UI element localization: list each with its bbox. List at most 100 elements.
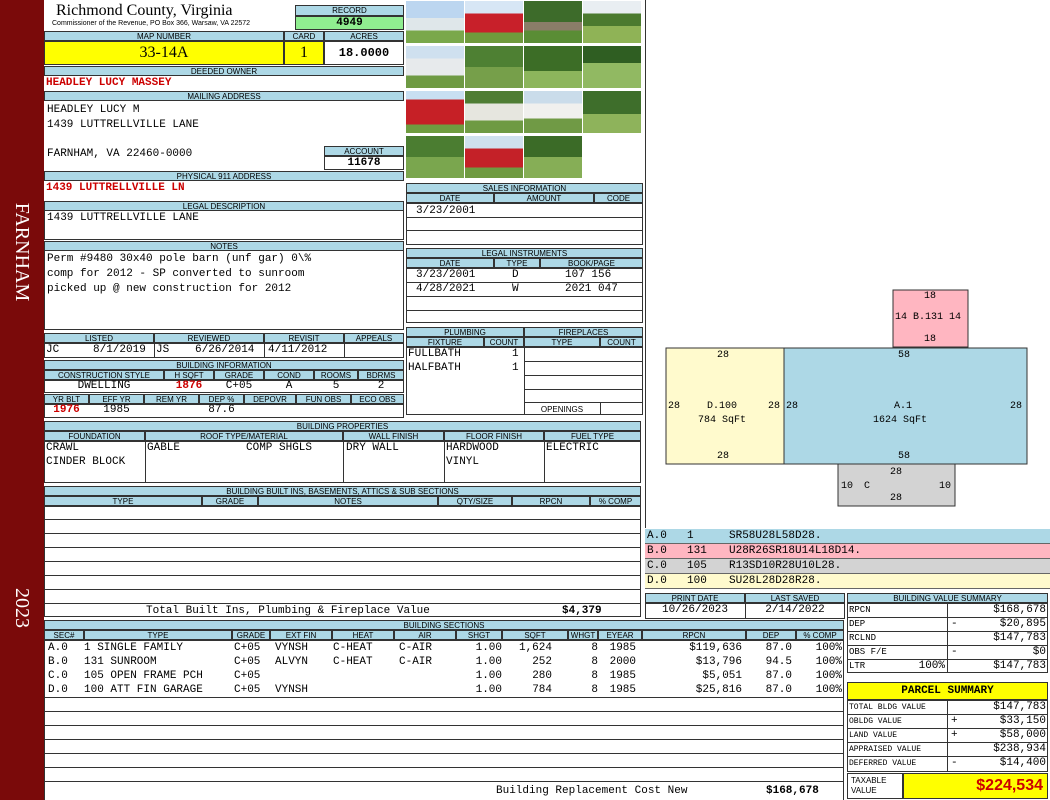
property-photo <box>524 1 582 43</box>
property-photo <box>465 136 523 178</box>
sketch-d-left: 28 <box>668 401 681 412</box>
instrument-type: D <box>512 269 519 281</box>
vector-code: 100 <box>687 575 707 587</box>
section-sec: C.0 <box>48 670 68 682</box>
record-value: 4949 <box>295 16 404 30</box>
hsqft-label: H SQFT <box>164 370 214 380</box>
vector-row <box>645 529 1050 544</box>
ps-appraised-label: APPRAISED VALUE <box>849 745 922 754</box>
section-whgt: 8 <box>591 642 598 654</box>
plumbing-fixture: HALFBATH <box>408 362 461 374</box>
section-eyear: 1985 <box>609 670 636 682</box>
sketch-b-bottom: 18 <box>924 334 937 345</box>
section-type: 131 SUNROOM <box>84 656 157 668</box>
revisit-date: 4/11/2012 <box>268 344 328 356</box>
instrument-type: W <box>512 283 519 295</box>
section-sqft: 1,624 <box>518 642 552 654</box>
section-heat: C-HEAT <box>333 642 373 654</box>
section-rpcn: $5,051 <box>702 670 742 682</box>
depovr-label: DEPOVR <box>244 394 296 404</box>
roof-label: ROOF TYPE/MATERIAL <box>145 431 343 441</box>
section-grade: C+05 <box>234 670 261 682</box>
sketch-c-left: 10 <box>841 481 854 492</box>
sales-date: 3/23/2001 <box>416 205 476 217</box>
section-whgt: 8 <box>591 684 598 696</box>
section-heat: C-HEAT <box>333 656 373 668</box>
sales-amount-label: AMOUNT <box>494 193 594 203</box>
yrblt-value: 1976 <box>53 404 80 416</box>
vector-code: 105 <box>687 560 707 572</box>
ps-obldg: $33,150 <box>999 715 1046 727</box>
property-photo <box>465 91 523 133</box>
rpcn-col: RPCN <box>642 630 746 640</box>
instrument-book: 107 156 <box>565 269 612 281</box>
replacement-cost-label: Building Replacement Cost New <box>496 785 688 797</box>
section-comp: 100% <box>815 656 842 668</box>
builtins-rpcn-label: RPCN <box>512 496 590 506</box>
sales-label: SALES INFORMATION <box>406 183 643 193</box>
taxable-value: $224,534 <box>903 773 1048 799</box>
grade-value: C+05 <box>225 380 253 392</box>
deeded-owner: HEADLEY LUCY MASSEY <box>46 77 172 89</box>
section-type: 105 OPEN FRAME PCH <box>84 670 203 682</box>
sec-col: SEC# <box>44 630 84 640</box>
openings-label: OPENINGS <box>540 405 584 414</box>
instrument-date: 4/28/2021 <box>416 283 476 295</box>
section-eyear: 1985 <box>609 642 636 654</box>
taxable-label-2: VALUE <box>851 786 877 795</box>
physical-address-label: PHYSICAL 911 ADDRESS <box>44 171 404 181</box>
vs-rclnd: $147,783 <box>993 632 1046 644</box>
sketch-d-right: 28 <box>768 401 781 412</box>
physical-address: 1439 LUTTRELLVILLE LN <box>46 182 185 194</box>
vs-ltr-pct: 100% <box>918 660 945 672</box>
section-dep: 87.0 <box>765 642 792 654</box>
value-summary-label: BUILDING VALUE SUMMARY <box>847 593 1048 603</box>
sketch-d-bottom: 28 <box>717 451 730 462</box>
property-photo <box>406 136 464 178</box>
notes-line-3: picked up @ new construction for 2012 <box>47 283 292 295</box>
whgt-col: WHGT <box>568 630 598 640</box>
sketch-a-label: A.1 <box>894 401 913 412</box>
plumbing-count: 1 <box>512 348 519 360</box>
section-dep: 94.5 <box>765 656 792 668</box>
bdrms-label: BDRMS <box>358 370 404 380</box>
ps-obldg-label: OBLDG VALUE <box>849 717 902 726</box>
ps-obldg-sign: + <box>951 715 958 727</box>
section-extfin: ALVYN <box>275 656 309 668</box>
sketch-c-bottom: 28 <box>890 493 903 504</box>
sidebar <box>0 0 44 800</box>
funobs-label: FUN OBS <box>296 394 351 404</box>
ps-appraised: $238,934 <box>993 743 1046 755</box>
section-air: C-AIR <box>399 656 433 668</box>
vs-dep-sign: - <box>951 618 958 630</box>
section-sqft: 784 <box>532 684 552 696</box>
legal-box <box>44 210 404 240</box>
vs-rpcn: $168,678 <box>993 604 1046 616</box>
builtins-comp-label: % COMP <box>590 496 641 506</box>
section-whgt: 8 <box>591 670 598 682</box>
ps-deferred: $14,400 <box>999 757 1046 769</box>
print-date-label: PRINT DATE <box>645 593 745 603</box>
roof-type: GABLE <box>147 442 181 454</box>
vs-obs-sign: - <box>951 646 958 658</box>
wall-finish: DRY WALL <box>346 442 399 454</box>
account-number: 11678 <box>324 156 404 170</box>
instrument-book: 2021 047 <box>565 283 618 295</box>
fuel-label: FUEL TYPE <box>544 431 641 441</box>
section-air: C-AIR <box>399 642 433 654</box>
fuel-type: ELECTRIC <box>546 442 599 454</box>
floor-label: FLOOR FINISH <box>444 431 544 441</box>
floor-finish-1: HARDWOOD <box>446 442 499 454</box>
vector-code: 131 <box>687 545 707 557</box>
section-eyear: 2000 <box>609 656 636 668</box>
property-photo <box>524 136 582 178</box>
listed-date: 8/1/2019 <box>93 344 146 356</box>
comp-col: % COMP <box>796 630 844 640</box>
bdrms-value: 2 <box>377 380 385 392</box>
builtins-label: BUILDING BUILT INS, BASEMENTS, ATTICS & … <box>44 486 641 496</box>
hsqft-value: 1876 <box>175 380 203 392</box>
fixture-label: FIXTURE <box>406 337 484 347</box>
mailing-line-1: HEADLEY LUCY M <box>47 104 140 116</box>
section-sec: A.0 <box>48 642 68 654</box>
sales-date-label: DATE <box>406 193 494 203</box>
